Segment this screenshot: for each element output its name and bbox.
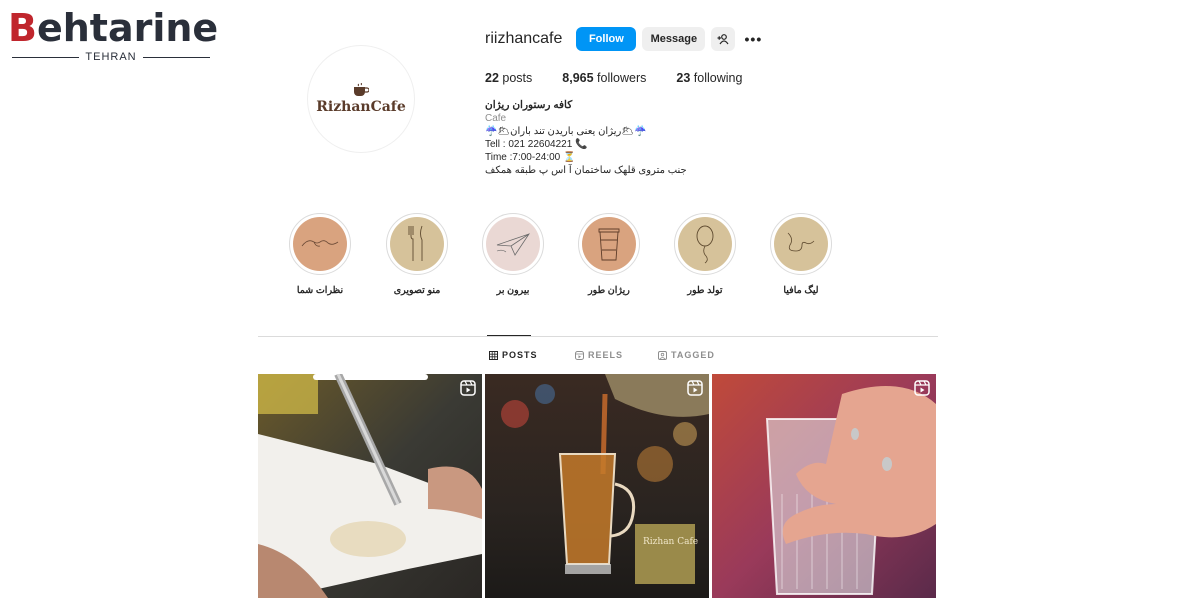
add-user-icon <box>717 34 729 45</box>
profile-category: Cafe <box>485 113 507 124</box>
coffee-cup-icon <box>598 228 620 261</box>
tabs-divider <box>258 336 938 337</box>
post-image <box>712 374 936 598</box>
post-thumbnail[interactable] <box>712 374 936 598</box>
watermark-subtitle: TEHRAN <box>12 50 211 64</box>
tab-reels[interactable]: REELS <box>575 350 623 360</box>
following-count[interactable]: 23 following <box>676 71 742 85</box>
cutlery-icon <box>408 225 423 261</box>
bio-phone: Tell : 021 22604221 📞 <box>485 139 588 150</box>
bio-hours: Time :7:00-24:00 ⏳ <box>485 152 576 163</box>
highlight-item[interactable]: ریژان طور <box>569 213 649 296</box>
post-thumbnail[interactable]: Rizhan Cafe <box>485 374 709 598</box>
tagged-icon <box>658 350 667 360</box>
username: riizhancafe <box>485 30 563 47</box>
message-button[interactable]: Message <box>642 27 706 51</box>
profile-avatar[interactable]: RizhanCafe <box>307 45 415 153</box>
post-image <box>258 374 482 598</box>
highlight-item[interactable]: منو تصویری <box>377 213 457 296</box>
bio-line: ☔🌥ریژان یعنی باریدن تند باران🌥☔ <box>485 126 647 137</box>
watermark-word: Behtarine <box>8 6 219 50</box>
more-options-icon[interactable]: ••• <box>743 27 763 51</box>
grid-icon <box>489 350 498 360</box>
highlight-item[interactable]: تولد طور <box>665 213 745 296</box>
highlight-label: لیگ مافیا <box>783 285 819 296</box>
profile-stats: 22 posts 8,965 followers 23 following <box>485 71 772 85</box>
profile-name: کافه رستوران ریژان <box>485 99 573 111</box>
handshake-icon <box>301 240 339 247</box>
avatar-brand-text: RizhanCafe <box>316 99 406 115</box>
paper-plane-icon <box>496 233 530 256</box>
highlight-label: بیرون بر <box>496 285 530 296</box>
post-thumbnail[interactable] <box>258 374 482 598</box>
reel-icon <box>687 380 703 396</box>
tab-tagged[interactable]: TAGGED <box>658 350 715 360</box>
coffee-cup-icon <box>354 83 369 96</box>
posts-count[interactable]: 22 posts <box>485 71 532 85</box>
reel-icon <box>460 380 476 396</box>
highlight-item[interactable]: لیگ مافیا <box>761 213 841 296</box>
reel-icon <box>914 380 930 396</box>
profile-bio: کافه رستوران ریژان Cafe ☔🌥ریژان یعنی بار… <box>485 99 687 177</box>
highlight-item[interactable]: بیرون بر <box>473 213 553 296</box>
watermark-logo: Behtarine TEHRAN <box>8 6 218 66</box>
reels-icon <box>575 350 584 360</box>
highlight-item[interactable]: نظرات شما <box>280 213 360 296</box>
svg-text:Rizhan Cafe: Rizhan Cafe <box>643 537 698 547</box>
profile-header: riizhancafe Follow Message ••• <box>485 27 763 51</box>
tab-posts[interactable]: POSTS <box>489 350 538 360</box>
post-image: Rizhan Cafe <box>485 374 709 598</box>
highlight-label: تولد طور <box>687 285 723 296</box>
highlight-label: نظرات شما <box>296 285 344 296</box>
follow-button[interactable]: Follow <box>576 27 637 51</box>
balloon-icon <box>696 225 714 264</box>
bio-address: جنب متروی قلهک ساختمان آ اس پ طبقه همکف <box>485 165 687 176</box>
highlight-label: ریژان طور <box>588 285 630 296</box>
add-user-button[interactable] <box>711 27 736 51</box>
active-tab-indicator <box>487 335 531 336</box>
squiggle-icon <box>787 232 815 252</box>
highlight-label: منو تصویری <box>393 285 441 296</box>
followers-count[interactable]: 8,965 followers <box>562 71 646 85</box>
